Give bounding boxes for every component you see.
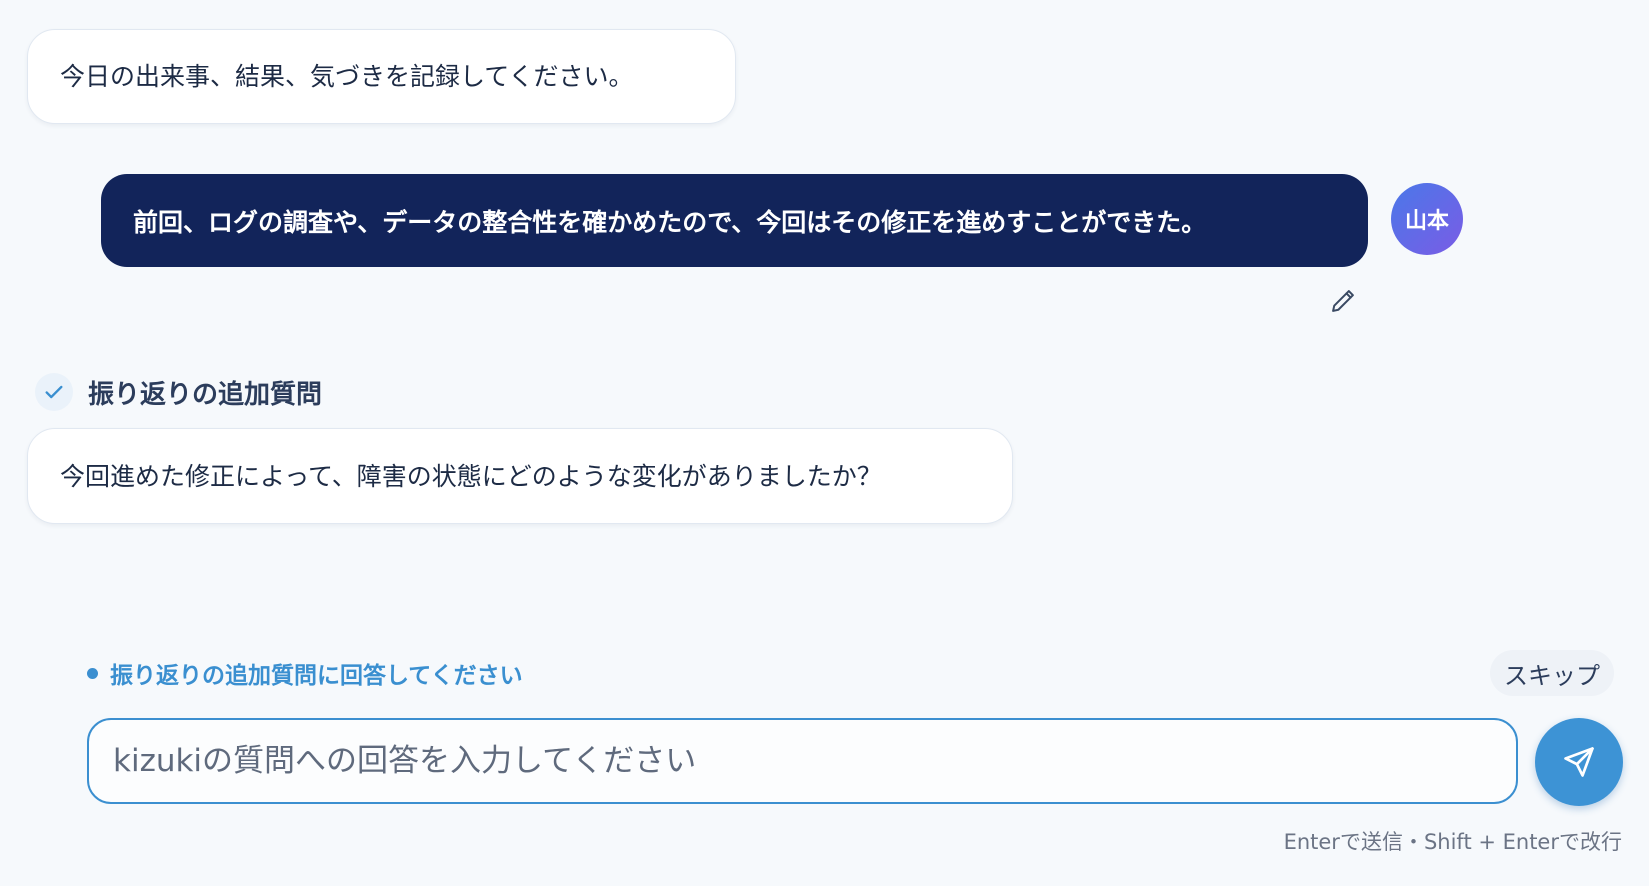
section-title: 振り返りの追加質問: [88, 379, 323, 410]
answer-hint: 振り返りの追加質問に回答してください: [87, 657, 523, 689]
assistant-prompt-bubble: 今日の出来事、結果、気づきを記録してください。: [27, 29, 736, 124]
keyboard-shortcut-hint: Enterで送信・Shift + Enterで改行: [1283, 830, 1622, 854]
assistant-prompt-text: 今日の出来事、結果、気づきを記録してください。: [60, 62, 634, 91]
answer-input[interactable]: [87, 718, 1518, 804]
avatar-initials: 山本: [1404, 209, 1449, 234]
followup-question-text: 今回進めた修正によって、障害の状態にどのような変化がありましたか？: [60, 461, 882, 491]
edit-message-button[interactable]: [1326, 284, 1360, 318]
check-icon: [45, 385, 63, 399]
send-button[interactable]: [1535, 718, 1623, 806]
user-message-text: 前回、ログの調査や、データの整合性を確かめたので、今回はその修正を進めすことがで…: [133, 207, 1207, 237]
check-badge: [35, 373, 73, 411]
skip-button[interactable]: スキップ: [1490, 650, 1614, 696]
user-avatar: 山本: [1391, 183, 1463, 255]
pencil-icon: [1332, 290, 1354, 312]
chat-page: 今日の出来事、結果、気づきを記録してください。 前回、ログの調査や、データの整合…: [0, 0, 1649, 886]
followup-section-header: 振り返りの追加質問: [35, 372, 322, 412]
status-dot: [87, 667, 98, 679]
answer-hint-text: 振り返りの追加質問に回答してください: [110, 663, 523, 689]
followup-question-bubble: 今回進めた修正によって、障害の状態にどのような変化がありましたか？: [27, 428, 1013, 524]
send-icon: [1564, 747, 1594, 777]
user-message-bubble: 前回、ログの調査や、データの整合性を確かめたので、今回はその修正を進めすことがで…: [101, 174, 1368, 267]
